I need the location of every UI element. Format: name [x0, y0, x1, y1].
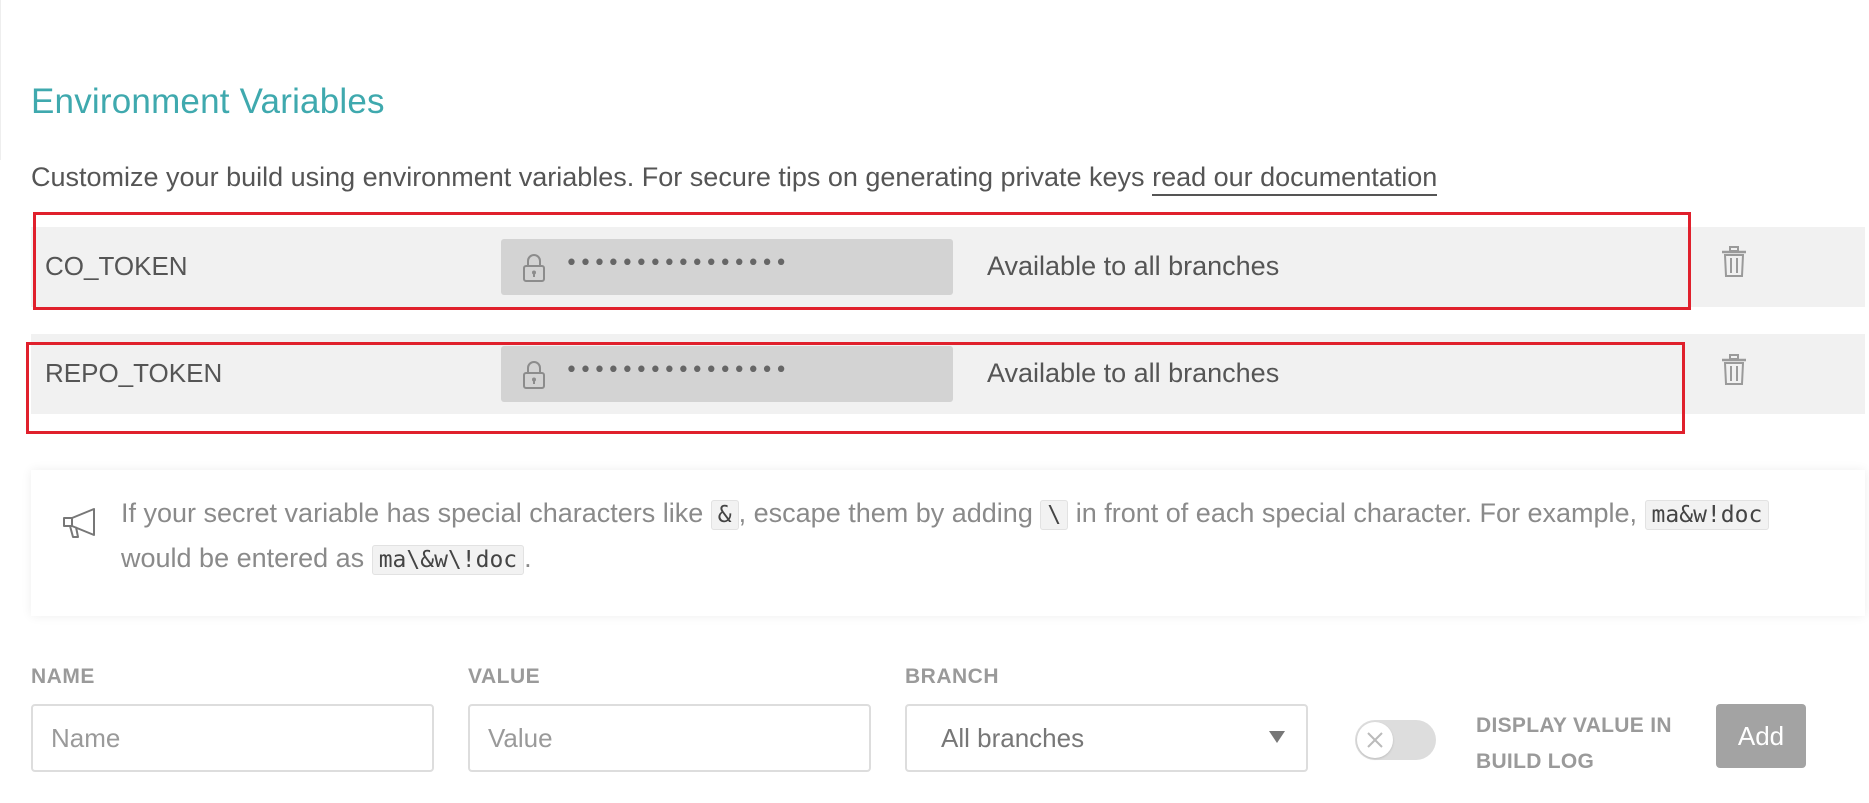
trash-icon[interactable] [1720, 246, 1748, 278]
value-label: VALUE [468, 665, 541, 688]
lock-icon [523, 254, 545, 282]
inline-code: & [710, 500, 739, 530]
env-var-value: •••••••••••••••• [501, 346, 953, 402]
env-var-branch: Available to all branches [987, 358, 1280, 388]
masked-value: •••••••••••••••• [565, 251, 789, 276]
intro-text: Customize your build using environment v… [31, 162, 1145, 192]
documentation-link[interactable]: read our documentation [1152, 162, 1438, 196]
megaphone-icon [63, 508, 95, 538]
env-var-row: REPO_TOKEN •••••••••••••••• Available to… [31, 334, 1865, 414]
env-var-name: CO_TOKEN [45, 251, 188, 281]
notice-text-segment: would be entered as [121, 543, 365, 573]
trash-icon[interactable] [1720, 354, 1748, 386]
env-var-row: CO_TOKEN •••••••••••••••• Available to a… [31, 227, 1865, 307]
page-title: Environment Variables [31, 82, 385, 121]
lock-icon [523, 361, 545, 389]
left-divider [0, 0, 1, 160]
display-value-label: DISPLAY VALUE IN BUILD LOG [1476, 714, 1672, 773]
notice-text-segment: If your secret variable has special char… [121, 498, 704, 528]
add-button[interactable]: Add [1716, 704, 1806, 768]
inline-code: ma\&w\!doc [371, 545, 525, 575]
masked-value: •••••••••••••••• [565, 358, 789, 383]
chevron-down-icon [1269, 731, 1285, 743]
section-description: Customize your build using environment v… [31, 162, 1438, 196]
display-value-toggle[interactable] [1355, 720, 1436, 760]
branch-select[interactable]: All branches [905, 704, 1308, 772]
inline-code: ma&w!doc [1644, 500, 1770, 530]
branch-label: BRANCH [905, 665, 999, 688]
value-input[interactable] [468, 704, 871, 772]
name-input[interactable] [31, 704, 434, 772]
env-var-name: REPO_TOKEN [45, 358, 223, 388]
close-icon [1367, 732, 1383, 748]
env-var-value: •••••••••••••••• [501, 239, 953, 295]
name-label: NAME [31, 665, 95, 688]
notice-text-segment: , escape them by adding [738, 498, 1033, 528]
notice-text-segment: in front of each special character. For … [1075, 498, 1638, 528]
notice-text-segment: . [524, 543, 532, 573]
toggle-knob [1357, 722, 1393, 758]
inline-code: \ [1040, 500, 1069, 530]
notice-box: If your secret variable has special char… [31, 470, 1865, 616]
env-var-branch: Available to all branches [987, 251, 1280, 281]
notice-text: If your secret variable has special char… [121, 492, 1821, 582]
branch-select-value: All branches [941, 723, 1085, 753]
